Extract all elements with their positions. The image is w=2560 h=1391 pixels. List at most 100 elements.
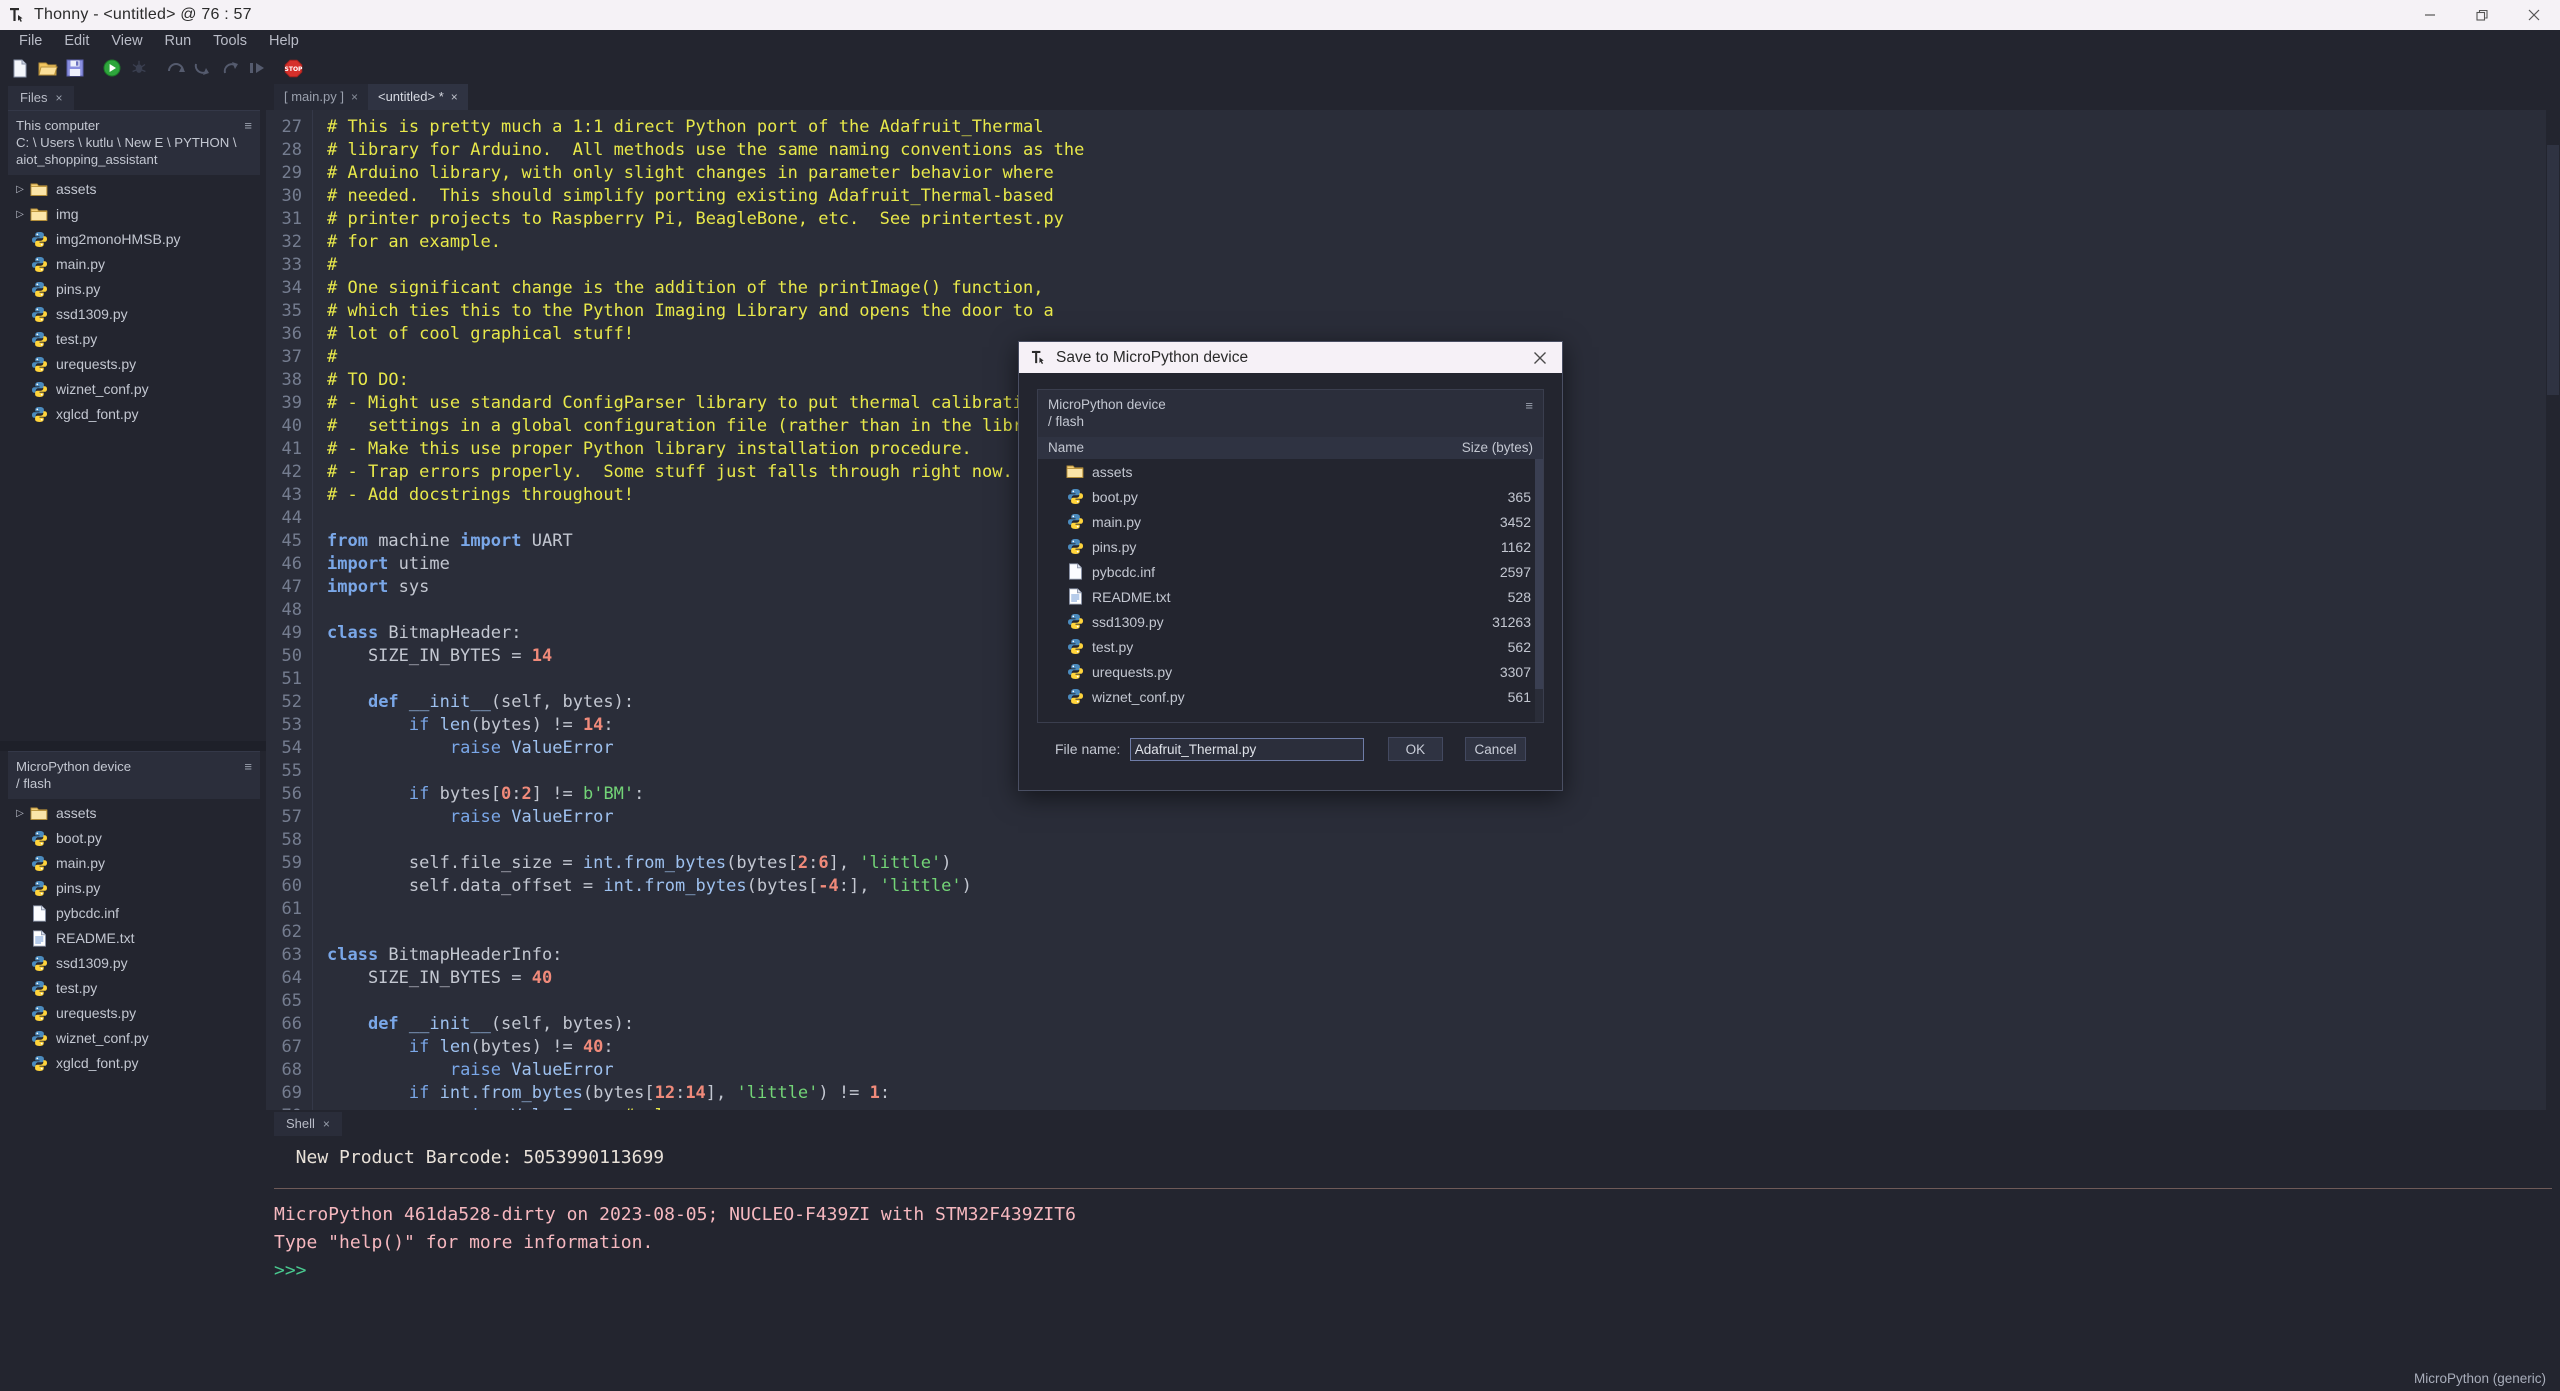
save-file-icon[interactable] (62, 56, 87, 81)
hamburger-icon[interactable]: ≡ (244, 119, 252, 132)
step-out-icon[interactable] (217, 56, 242, 81)
menu-view[interactable]: View (100, 30, 153, 52)
device-tree-item[interactable]: pybcdc.inf (8, 901, 266, 926)
files-tree-item[interactable]: ▷ assets (8, 177, 266, 202)
device-tree-item[interactable]: xglcd_font.py (8, 1051, 266, 1076)
close-icon[interactable]: × (323, 1117, 330, 1131)
device-tree-item[interactable]: test.py (8, 976, 266, 1001)
code-line[interactable]: if int.from_bytes(bytes[12:14], 'little'… (327, 1082, 2560, 1105)
backend-status[interactable]: MicroPython (generic) (2414, 1371, 2546, 1386)
device-tree-item[interactable]: README.txt (8, 926, 266, 951)
code-line[interactable]: # needed. This should simplify porting e… (327, 185, 2560, 208)
files-tree-item[interactable]: img2monoHMSB.py (8, 227, 266, 252)
shell-prompt[interactable]: >>> (274, 1257, 2560, 1285)
device-tree-item[interactable]: main.py (8, 851, 266, 876)
device-tree-item[interactable]: wiznet_conf.py (8, 1026, 266, 1051)
hamburger-icon[interactable]: ≡ (244, 760, 252, 773)
code-line[interactable]: # printer projects to Raspberry Pi, Beag… (327, 208, 2560, 231)
dialog-scrollbar[interactable] (1535, 459, 1543, 722)
files-tree-item[interactable]: urequests.py (8, 352, 266, 377)
editor-tab[interactable]: <untitled> * × (367, 84, 468, 110)
close-icon[interactable]: × (451, 90, 458, 104)
debug-icon[interactable] (126, 56, 151, 81)
close-icon[interactable] (2508, 0, 2560, 30)
code-line[interactable]: def __init__(self, bytes): (327, 1013, 2560, 1036)
menu-edit[interactable]: Edit (53, 30, 100, 52)
ok-button[interactable]: OK (1387, 737, 1443, 761)
device-tree-item[interactable]: ▷ assets (8, 801, 266, 826)
files-tree-item[interactable]: pins.py (8, 277, 266, 302)
cancel-button[interactable]: Cancel (1464, 737, 1527, 761)
menu-file[interactable]: File (8, 30, 53, 52)
code-line[interactable]: if len(bytes) != 40: (327, 1036, 2560, 1059)
dialog-file-row[interactable]: wiznet_conf.py 561 (1038, 684, 1543, 709)
resume-icon[interactable] (244, 56, 269, 81)
open-file-icon[interactable] (35, 56, 60, 81)
files-tree-item[interactable]: wiznet_conf.py (8, 377, 266, 402)
files-tree-item[interactable]: ssd1309.py (8, 302, 266, 327)
menu-tools[interactable]: Tools (202, 30, 258, 52)
code-line[interactable]: raise ValueError (327, 806, 2560, 829)
device-tree-item[interactable]: urequests.py (8, 1001, 266, 1026)
code-line[interactable]: raise ValueError # planes (327, 1105, 2560, 1110)
code-line[interactable]: # Arduino library, with only slight chan… (327, 162, 2560, 185)
code-line[interactable]: self.file_size = int.from_bytes(bytes[2:… (327, 852, 2560, 875)
dialog-file-row[interactable]: boot.py 365 (1038, 484, 1543, 509)
dialog-file-row[interactable]: urequests.py 3307 (1038, 659, 1543, 684)
dialog-file-row[interactable]: README.txt 528 (1038, 584, 1543, 609)
device-tree-item[interactable]: boot.py (8, 826, 266, 851)
code-line[interactable]: raise ValueError (327, 1059, 2560, 1082)
code-line[interactable] (327, 990, 2560, 1013)
column-header-name[interactable]: Name (1048, 440, 1084, 455)
dialog-file-row[interactable]: main.py 3452 (1038, 509, 1543, 534)
dialog-file-row[interactable]: pybcdc.inf 2597 (1038, 559, 1543, 584)
code-line[interactable]: # One significant change is the addition… (327, 277, 2560, 300)
close-icon[interactable] (1518, 342, 1562, 373)
dialog-file-row[interactable]: pins.py 1162 (1038, 534, 1543, 559)
close-icon[interactable]: × (351, 90, 358, 104)
stop-icon[interactable]: STOP (281, 56, 306, 81)
editor-scrollbar-thumb[interactable] (2547, 145, 2559, 395)
editor-vertical-scrollbar[interactable] (2546, 110, 2560, 1110)
code-line[interactable]: class BitmapHeaderInfo: (327, 944, 2560, 967)
files-tree-item[interactable]: xglcd_font.py (8, 402, 266, 427)
chevron-right-icon[interactable]: ▷ (12, 184, 28, 195)
dialog-file-row[interactable]: test.py 562 (1038, 634, 1543, 659)
menu-help[interactable]: Help (258, 30, 310, 52)
device-tree-item[interactable]: pins.py (8, 876, 266, 901)
restore-icon[interactable] (2456, 0, 2508, 30)
code-line[interactable] (327, 829, 2560, 852)
chevron-right-icon[interactable]: ▷ (12, 209, 28, 220)
menu-run[interactable]: Run (154, 30, 203, 52)
code-line[interactable]: # This is pretty much a 1:1 direct Pytho… (327, 116, 2560, 139)
files-tree-item[interactable]: ▷ img (8, 202, 266, 227)
code-line[interactable] (327, 898, 2560, 921)
sidebar-divider[interactable] (0, 741, 266, 751)
dialog-file-list[interactable]: assets boot.py 365 main.py 3452 pins.py 1162 py… (1037, 459, 1544, 723)
shell-output[interactable]: New Product Barcode: 5053990113699 Micro… (266, 1136, 2560, 1365)
dialog-file-row[interactable]: assets (1038, 459, 1543, 484)
column-header-size[interactable]: Size (bytes) (1462, 440, 1533, 455)
dialog-scrollbar-thumb[interactable] (1535, 459, 1543, 689)
step-over-icon[interactable] (163, 56, 188, 81)
tab-shell[interactable]: Shell × (274, 1112, 342, 1136)
hamburger-icon[interactable]: ≡ (1525, 398, 1533, 413)
editor-tab[interactable]: [ main.py ] × (274, 84, 368, 110)
code-line[interactable]: # (327, 254, 2560, 277)
new-file-icon[interactable] (8, 56, 33, 81)
dialog-file-row[interactable]: ssd1309.py 31263 (1038, 609, 1543, 634)
code-line[interactable]: self.data_offset = int.from_bytes(bytes[… (327, 875, 2560, 898)
code-line[interactable]: # which ties this to the Python Imaging … (327, 300, 2560, 323)
files-tree-item[interactable]: test.py (8, 327, 266, 352)
code-line[interactable]: SIZE_IN_BYTES = 40 (327, 967, 2560, 990)
device-tree-item[interactable]: ssd1309.py (8, 951, 266, 976)
filename-input[interactable] (1129, 737, 1364, 761)
code-line[interactable] (327, 921, 2560, 944)
chevron-right-icon[interactable]: ▷ (12, 808, 28, 819)
run-icon[interactable] (99, 56, 124, 81)
code-line[interactable]: # library for Arduino. All methods use t… (327, 139, 2560, 162)
code-line[interactable]: # for an example. (327, 231, 2560, 254)
close-icon[interactable]: × (55, 91, 62, 105)
minimize-icon[interactable] (2404, 0, 2456, 30)
tab-files[interactable]: Files × (8, 86, 75, 110)
